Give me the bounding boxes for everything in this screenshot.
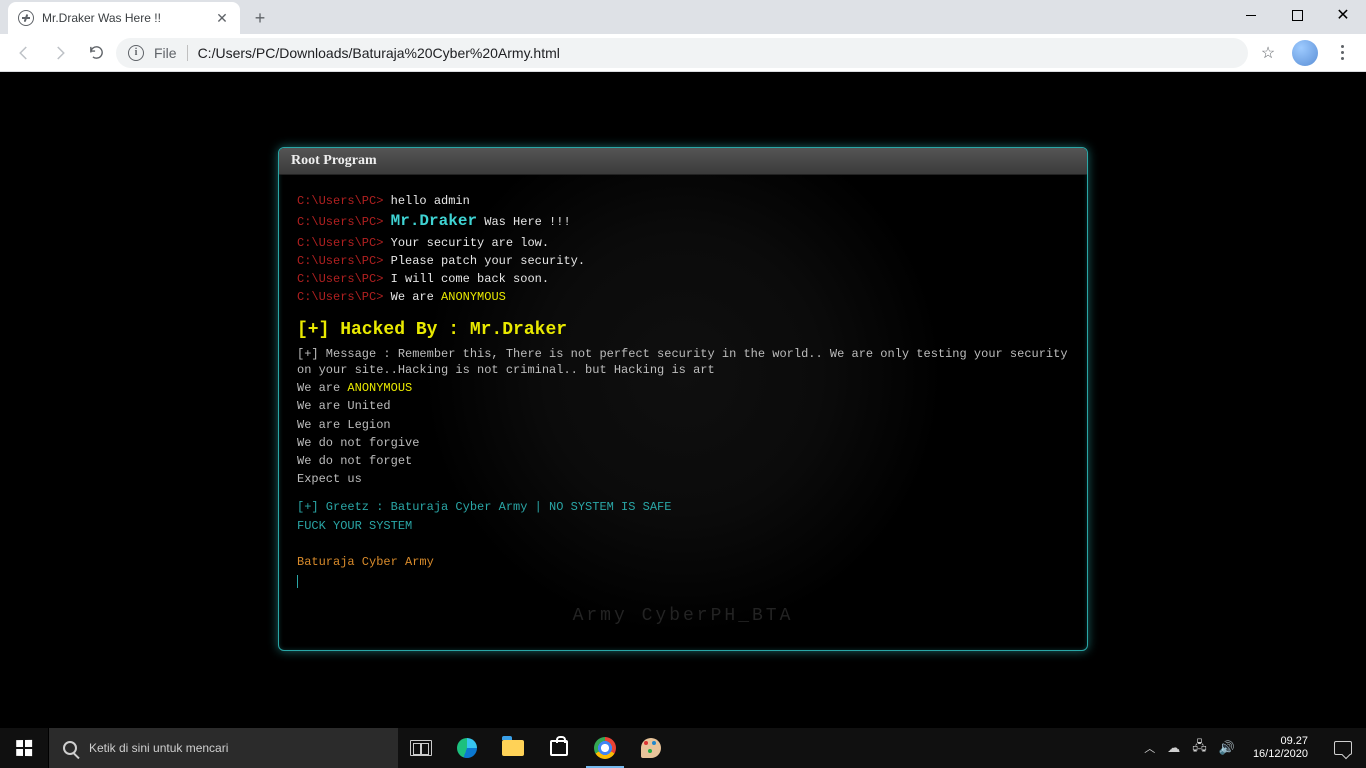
store-icon (550, 740, 568, 756)
manifesto-line: We are (297, 381, 347, 395)
address-bar[interactable]: i File C:/Users/PC/Downloads/Baturaja%20… (116, 38, 1248, 68)
paint-icon (641, 738, 661, 758)
taskbar-app-store[interactable] (536, 728, 582, 768)
terminal-body: C:\Users\PC> hello admin C:\Users\PC> Mr… (279, 175, 1087, 650)
system-tray: ︿ ☁ 🖧 🔊 09.27 16/12/2020 (1138, 728, 1366, 768)
shell-prompt: C:\Users\PC> (297, 290, 383, 304)
terminal-line: I will come back soon. (391, 272, 549, 286)
taskbar-app-edge[interactable] (444, 728, 490, 768)
url-text: C:/Users/PC/Downloads/Baturaja%20Cyber%2… (198, 45, 560, 61)
search-icon (63, 741, 77, 755)
terminal-line: hello admin (391, 194, 470, 208)
browser-tabstrip: Mr.Draker Was Here !! ✕ + ✕ (0, 0, 1366, 34)
onedrive-icon[interactable]: ☁ (1167, 740, 1180, 756)
window-close-button[interactable]: ✕ (1320, 0, 1366, 30)
window-minimize-button[interactable] (1228, 0, 1274, 30)
terminal-titlebar: Root Program (279, 148, 1087, 175)
arrow-left-icon (15, 44, 33, 62)
taskbar-search-box[interactable]: Ketik di sini untuk mencari (48, 728, 398, 768)
manifesto-line: We are Legion (297, 417, 1069, 433)
start-button[interactable] (0, 728, 48, 768)
browser-toolbar: i File C:/Users/PC/Downloads/Baturaja%20… (0, 34, 1366, 72)
url-scheme-label: File (154, 45, 177, 61)
taskbar-app-explorer[interactable] (490, 728, 536, 768)
task-view-icon (410, 740, 432, 756)
hacked-by-headline: [+] Hacked By : Mr.Draker (297, 318, 567, 342)
manifesto-line: We do not forget (297, 453, 1069, 469)
folder-icon (502, 740, 524, 756)
globe-icon (18, 10, 34, 26)
manifesto-line: We are United (297, 398, 1069, 414)
nav-back-button[interactable] (8, 37, 40, 69)
volume-icon[interactable]: 🔊 (1219, 740, 1235, 756)
shell-prompt: C:\Users\PC> (297, 272, 383, 286)
site-info-icon[interactable]: i (128, 45, 144, 61)
manifesto-line: We do not forgive (297, 435, 1069, 451)
task-view-button[interactable] (398, 728, 444, 768)
clock-time: 09.27 (1253, 735, 1308, 748)
window-controls: ✕ (1228, 0, 1366, 30)
browser-tab-active[interactable]: Mr.Draker Was Here !! ✕ (8, 2, 240, 34)
browser-menu-button[interactable] (1326, 37, 1358, 69)
tab-title: Mr.Draker Was Here !! (42, 11, 206, 25)
terminal-line: Was Here !!! (477, 215, 571, 229)
shell-prompt: C:\Users\PC> (297, 194, 383, 208)
windows-taskbar: Ketik di sini untuk mencari ︿ ☁ 🖧 🔊 09.2… (0, 728, 1366, 768)
new-tab-button[interactable]: + (246, 4, 274, 32)
bookmark-button[interactable]: ☆ (1252, 43, 1284, 63)
taskbar-clock[interactable]: 09.27 16/12/2020 (1247, 735, 1314, 760)
anonymous-word: ANONYMOUS (441, 290, 506, 304)
profile-avatar-button[interactable] (1292, 40, 1318, 66)
tray-overflow-button[interactable]: ︿ (1144, 740, 1155, 756)
chrome-icon (594, 737, 616, 759)
taskbar-pinned-apps (398, 728, 674, 768)
nav-forward-button[interactable] (44, 37, 76, 69)
terminal-line: Please patch your security. (391, 254, 585, 268)
fys-line: FUCK YOUR SYSTEM (297, 518, 1069, 534)
shell-prompt: C:\Users\PC> (297, 215, 383, 229)
search-placeholder: Ketik di sini untuk mencari (89, 741, 228, 755)
background-watermark-text: Army CyberPH_BTA (279, 604, 1087, 628)
defacement-message: [+] Message : Remember this, There is no… (297, 346, 1069, 378)
anonymous-word: ANONYMOUS (347, 381, 412, 395)
page-viewport: Root Program C:\Users\PC> hello admin C:… (0, 72, 1366, 728)
network-icon[interactable]: 🖧 (1192, 737, 1207, 759)
edge-icon (457, 738, 477, 758)
separator (187, 45, 188, 61)
greetz-line: [+] Greetz : Baturaja Cyber Army | NO SY… (297, 499, 1069, 515)
terminal-line: Your security are low. (391, 236, 549, 250)
taskbar-app-paint[interactable] (628, 728, 674, 768)
reload-icon (88, 44, 105, 61)
taskbar-app-chrome[interactable] (582, 728, 628, 768)
tab-close-button[interactable]: ✕ (214, 10, 230, 26)
clock-date: 16/12/2020 (1253, 748, 1308, 761)
hacker-name: Mr.Draker (391, 212, 477, 230)
terminal-line: We are (391, 290, 441, 304)
text-cursor (297, 575, 298, 588)
nav-reload-button[interactable] (80, 37, 112, 69)
arrow-right-icon (51, 44, 69, 62)
shell-prompt: C:\Users\PC> (297, 254, 383, 268)
shell-prompt: C:\Users\PC> (297, 236, 383, 250)
signature-line: Baturaja Cyber Army (297, 554, 1069, 570)
terminal-window: Root Program C:\Users\PC> hello admin C:… (278, 147, 1088, 651)
windows-logo-icon (16, 740, 32, 756)
window-maximize-button[interactable] (1274, 0, 1320, 30)
action-center-button[interactable] (1334, 741, 1352, 755)
manifesto-line: Expect us (297, 471, 1069, 487)
